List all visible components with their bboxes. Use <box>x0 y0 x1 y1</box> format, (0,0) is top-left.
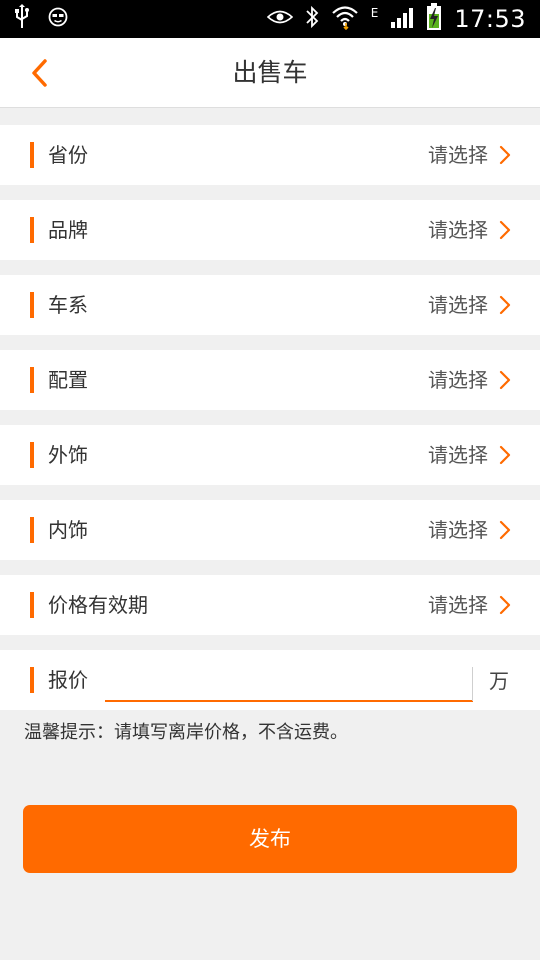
row-label: 省份 <box>48 143 88 167</box>
price-row: 报价 万 <box>0 650 540 710</box>
chevron-right-icon <box>499 220 511 240</box>
row-accent-bar <box>30 217 34 243</box>
price-unit: 万 <box>489 669 509 693</box>
row-accent-bar <box>30 667 34 693</box>
row-accent-bar <box>30 517 34 543</box>
row-value: 请选择 <box>428 143 488 167</box>
row-label: 价格有效期 <box>48 593 148 617</box>
series-row[interactable]: 车系 请选择 <box>0 275 540 335</box>
row-value: 请选择 <box>428 218 488 242</box>
row-label: 品牌 <box>48 218 88 242</box>
chevron-right-icon <box>499 445 511 465</box>
row-value: 请选择 <box>428 593 488 617</box>
chevron-right-icon <box>499 145 511 165</box>
publish-button[interactable]: 发布 <box>23 805 517 873</box>
chevron-right-icon <box>499 595 511 615</box>
app-header: 出售车 <box>0 38 540 108</box>
row-value: 请选择 <box>428 368 488 392</box>
chevron-right-icon <box>499 295 511 315</box>
row-accent-bar <box>30 142 34 168</box>
brand-row[interactable]: 品牌 请选择 <box>0 200 540 260</box>
signal-icon <box>390 6 414 32</box>
chevron-right-icon <box>499 370 511 390</box>
usb-icon <box>14 4 30 34</box>
price-input[interactable] <box>105 664 473 702</box>
price-validity-row[interactable]: 价格有效期 请选择 <box>0 575 540 635</box>
divider <box>472 667 473 701</box>
face-icon <box>48 7 68 31</box>
chevron-left-icon <box>32 59 47 87</box>
eye-icon <box>266 9 293 29</box>
battery-charging-icon <box>426 3 442 35</box>
status-time: 17:53 <box>454 5 526 33</box>
row-value: 请选择 <box>428 293 488 317</box>
row-accent-bar <box>30 292 34 318</box>
page-title: 出售车 <box>232 58 308 87</box>
row-accent-bar <box>30 442 34 468</box>
status-bar: E 17:53 <box>0 0 540 38</box>
chevron-right-icon <box>499 520 511 540</box>
back-button[interactable] <box>22 55 58 91</box>
price-label: 报价 <box>48 668 88 692</box>
bluetooth-icon <box>305 5 319 33</box>
row-label: 外饰 <box>48 443 88 467</box>
row-value: 请选择 <box>428 518 488 542</box>
wifi-icon <box>331 4 359 34</box>
province-row[interactable]: 省份 请选择 <box>0 125 540 185</box>
row-label: 配置 <box>48 368 88 392</box>
row-accent-bar <box>30 367 34 393</box>
tip-text: 温馨提示：请填写离岸价格，不含运费。 <box>24 722 348 743</box>
interior-row[interactable]: 内饰 请选择 <box>0 500 540 560</box>
configuration-row[interactable]: 配置 请选择 <box>0 350 540 410</box>
network-type: E <box>370 6 379 20</box>
row-value: 请选择 <box>428 443 488 467</box>
row-label: 车系 <box>48 293 88 317</box>
row-label: 内饰 <box>48 518 88 542</box>
row-accent-bar <box>30 592 34 618</box>
exterior-row[interactable]: 外饰 请选择 <box>0 425 540 485</box>
